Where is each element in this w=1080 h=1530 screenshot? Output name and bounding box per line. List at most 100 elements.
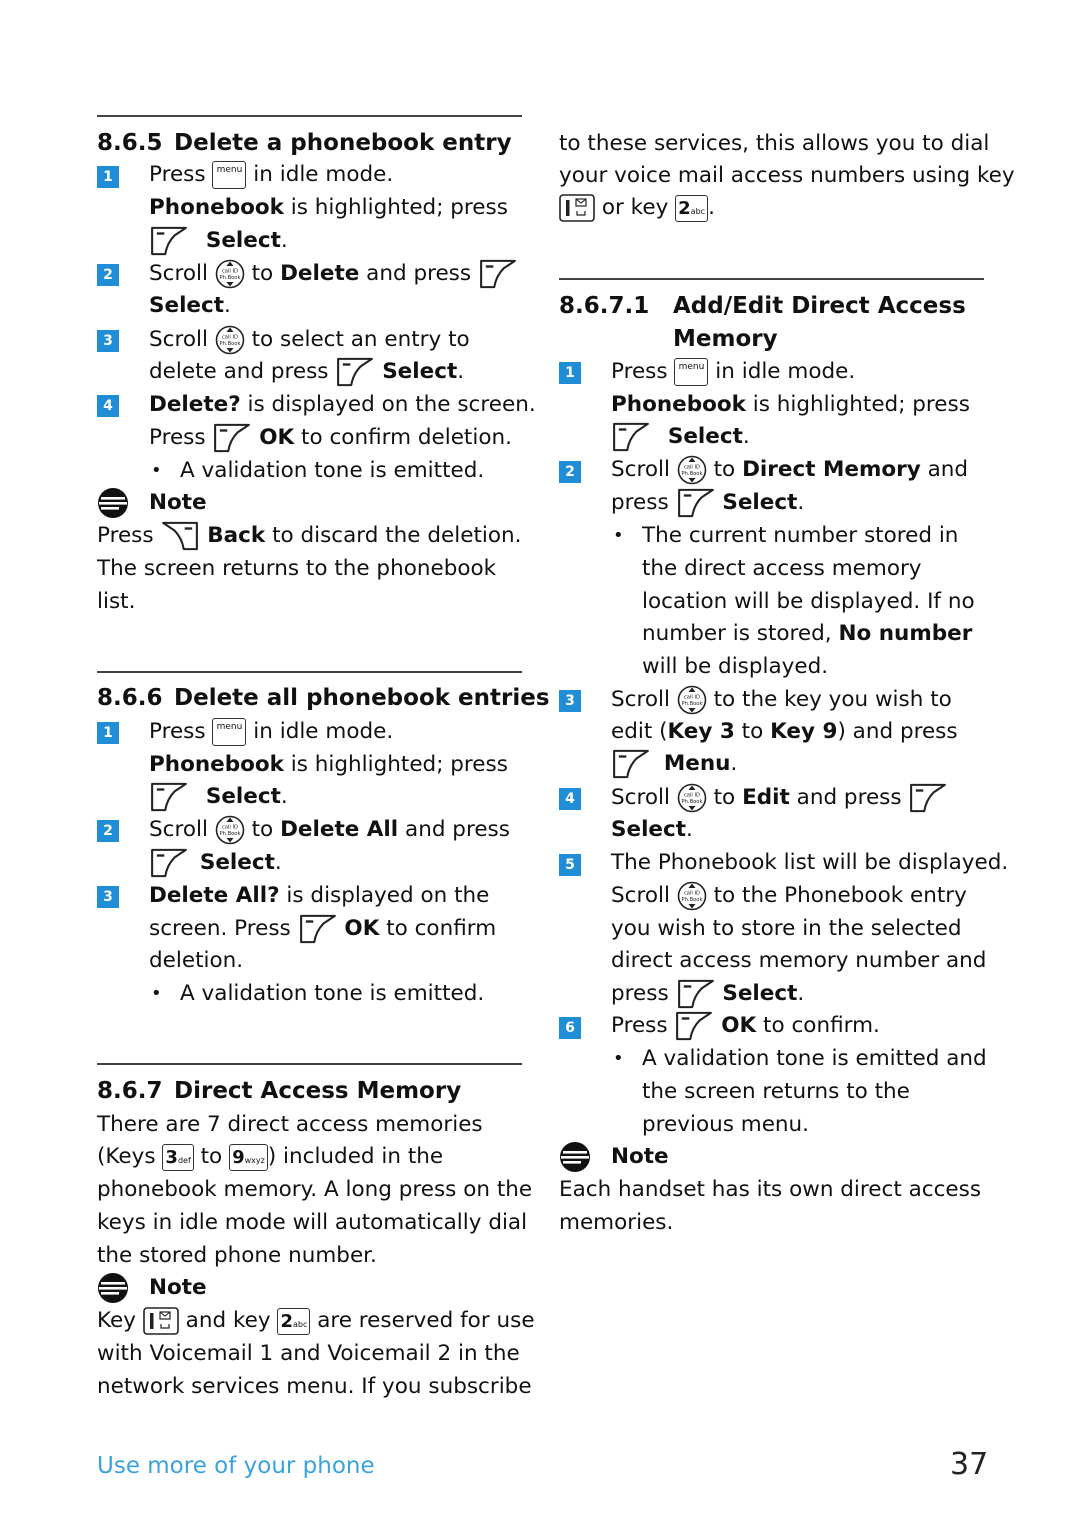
step-text: Select. — [149, 224, 288, 257]
step-badge: 1 — [97, 166, 119, 188]
left-softkey-icon — [674, 1011, 714, 1041]
section-divider — [559, 278, 984, 280]
note-icon — [559, 1141, 591, 1177]
note-text: to these services, this allows you to di… — [559, 131, 990, 156]
section-number: 8.6.7.1 — [559, 293, 650, 319]
step-badge: 1 — [559, 362, 581, 384]
navigation-key-icon — [677, 455, 707, 485]
step-text: Press menu in idle mode. — [149, 161, 394, 189]
step-text: Scroll to Delete and press — [149, 257, 518, 290]
step-text: deletion. — [149, 948, 244, 973]
bullet-text: The current number stored in — [642, 523, 959, 548]
note-text: network services menu. If you subscribe — [97, 1374, 532, 1399]
bullet-dot: • — [151, 460, 162, 481]
step-text: Scroll to Edit and press — [611, 781, 948, 814]
step-text: Delete All? is displayed on the — [149, 883, 490, 908]
step-text: Phonebook is highlighted; press — [149, 195, 508, 220]
key-9-icon: 9wxyz — [229, 1143, 268, 1171]
step-text: you wish to store in the selected — [611, 916, 962, 941]
step-text: Select. — [611, 817, 693, 842]
left-softkey-icon — [908, 783, 948, 813]
bullet-text: the screen returns to the — [642, 1079, 910, 1104]
step-text: Scroll to select an entry to — [149, 323, 470, 356]
section-heading-8-6-7: 8.6.7 Direct Access Memory — [97, 1075, 461, 1108]
step-text: Scroll to Delete All and press — [149, 813, 510, 846]
left-softkey-icon — [676, 488, 716, 518]
section-number: 8.6.7 — [97, 1078, 163, 1104]
bullet-dot: • — [613, 525, 624, 546]
step-text: Select. — [611, 420, 750, 453]
navigation-key-icon — [677, 783, 707, 813]
body-text: (Keys 3def to 9wxyz) included in the — [97, 1143, 444, 1171]
step-text: press Select. — [611, 977, 804, 1010]
bullet-text: previous menu. — [642, 1112, 810, 1137]
left-softkey-icon — [149, 848, 189, 878]
step-text: Press menu in idle mode. — [149, 718, 394, 746]
step-text: Scroll to Direct Memory and — [611, 453, 968, 486]
bullet-text: A validation tone is emitted and — [642, 1046, 987, 1071]
body-text: the stored phone number. — [97, 1243, 377, 1268]
section-heading-8-6-6: 8.6.6 Delete all phonebook entries — [97, 682, 550, 715]
note-text: with Voicemail 1 and Voicemail 2 in the — [97, 1341, 520, 1366]
section-number: 8.6.6 — [97, 685, 163, 711]
note-text: your voice mail access numbers using key — [559, 163, 1015, 188]
note-text: Press Back to discard the deletion. — [97, 519, 521, 552]
left-softkey-icon — [149, 226, 189, 256]
section-heading-8-6-5: 8.6.5 Delete a phonebook entry — [97, 127, 512, 160]
step-text: Menu. — [611, 747, 737, 780]
navigation-key-icon — [677, 881, 707, 911]
step-text: Delete? is displayed on the screen. — [149, 392, 536, 417]
left-softkey-icon — [298, 914, 338, 944]
step-badge: 2 — [97, 820, 119, 842]
section-number: 8.6.5 — [97, 130, 163, 156]
step-text: Scroll to the key you wish to — [611, 683, 952, 716]
body-text: keys in idle mode will automatically dia… — [97, 1210, 528, 1235]
bullet-text: will be displayed. — [642, 654, 829, 679]
note-text: Each handset has its own direct access — [559, 1177, 982, 1202]
left-softkey-icon — [335, 357, 375, 387]
step-text: press Select. — [611, 486, 804, 519]
step-badge: 5 — [559, 854, 581, 876]
navigation-key-icon — [215, 325, 245, 355]
menu-key-icon: menu — [674, 358, 709, 386]
left-softkey-icon — [676, 979, 716, 1009]
menu-key-icon: menu — [212, 718, 247, 746]
left-softkey-icon — [212, 423, 252, 453]
step-text: Press OK to confirm. — [611, 1009, 880, 1042]
bullet-dot: • — [613, 1048, 624, 1069]
footer-section-title: Use more of your phone — [97, 1453, 375, 1479]
note-title: Note — [149, 490, 207, 515]
step-text: edit (Key 3 to Key 9) and press — [611, 719, 958, 744]
step-text: Press OK to confirm deletion. — [149, 421, 512, 454]
key-2-icon: 2abc — [277, 1307, 311, 1335]
note-text: The screen returns to the phonebook — [97, 556, 497, 581]
section-title: Add/Edit Direct Access — [673, 293, 966, 319]
key-1-voicemail-icon — [143, 1307, 179, 1335]
step-text: direct access memory number and — [611, 948, 987, 973]
section-heading-8-6-7-1: 8.6.7.1 Add/Edit Direct Access Memory — [559, 290, 966, 352]
navigation-key-icon — [215, 815, 245, 845]
note-icon — [97, 487, 129, 523]
step-badge: 2 — [97, 264, 119, 286]
right-softkey-icon — [160, 521, 200, 551]
section-title-continued: Memory — [673, 326, 778, 352]
note-title: Note — [149, 1275, 207, 1300]
page-number: 37 — [950, 1447, 989, 1482]
step-badge: 4 — [559, 788, 581, 810]
step-text: Scroll to the Phonebook entry — [611, 879, 967, 912]
section-title: Delete a phonebook entry — [174, 130, 512, 156]
step-text: Select. — [149, 293, 231, 318]
note-text: Key and key 2abc are reserved for use — [97, 1307, 535, 1335]
menu-key-icon: menu — [212, 161, 247, 189]
left-softkey-icon — [611, 749, 651, 779]
step-badge: 1 — [97, 722, 119, 744]
step-badge: 3 — [97, 886, 119, 908]
bullet-text: A validation tone is emitted. — [180, 981, 485, 1006]
step-badge: 3 — [97, 330, 119, 352]
section-divider — [97, 1063, 522, 1065]
navigation-key-icon — [215, 259, 245, 289]
key-1-voicemail-icon — [559, 194, 595, 222]
bullet-text: A validation tone is emitted. — [180, 458, 485, 483]
note-title: Note — [611, 1144, 669, 1169]
step-text: Phonebook is highlighted; press — [149, 752, 508, 777]
